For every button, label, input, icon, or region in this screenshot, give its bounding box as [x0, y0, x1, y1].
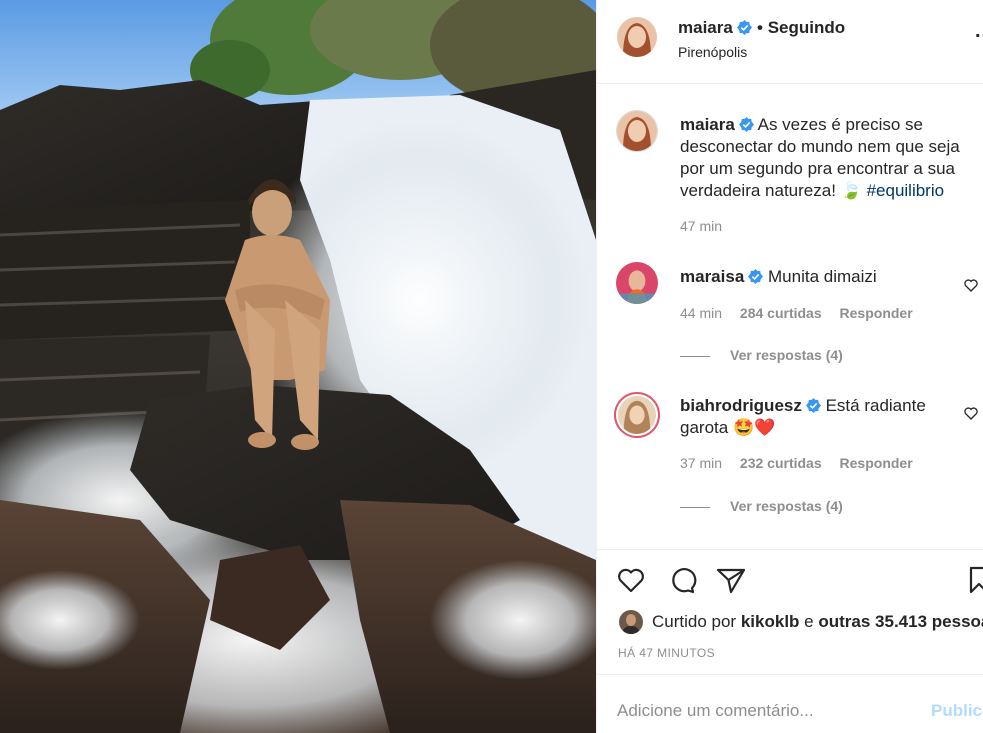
- header-separator: •: [757, 18, 763, 37]
- comment-like-heart-icon[interactable]: [963, 405, 979, 421]
- post-location[interactable]: Pirenópolis: [678, 44, 747, 60]
- view-replies-label[interactable]: Ver respostas (4): [730, 347, 843, 363]
- follow-status[interactable]: • Seguindo: [757, 18, 845, 38]
- comment-text-1: maraisa Munita dimaizi: [680, 266, 950, 288]
- liked-by-prefix: Curtido por: [652, 612, 737, 631]
- comment-meta-2: 37 min 232 curtidas Responder: [680, 455, 927, 471]
- comment-time[interactable]: 44 min: [680, 305, 722, 321]
- leaf-emoji: 🍃: [840, 181, 862, 200]
- comment-text-2: biahrodriguesz Está radiante garota 🤩❤️: [680, 395, 950, 439]
- instagram-post-modal: maiara • Seguindo Pirenópolis ... maiara…: [0, 0, 983, 733]
- comment-like-heart-icon[interactable]: [963, 277, 979, 293]
- comment-avatar-maraisa[interactable]: [616, 262, 658, 304]
- comment-avatar-biahrodriguesz[interactable]: [614, 392, 660, 438]
- liked-joiner: e: [804, 612, 814, 631]
- reply-button[interactable]: Responder: [840, 305, 913, 321]
- verified-badge-icon: [736, 20, 752, 35]
- post-caption: maiara As vezes é preciso se desconectar…: [680, 114, 980, 202]
- liker-avatar[interactable]: [619, 610, 643, 634]
- comment-username[interactable]: maraisa: [680, 267, 744, 286]
- view-replies-2[interactable]: Ver respostas (4): [680, 498, 843, 514]
- comment-body: Munita dimaizi: [768, 267, 877, 286]
- verified-badge-icon: [805, 398, 821, 413]
- author-username[interactable]: maiara: [678, 18, 752, 38]
- hashtag-link[interactable]: #equilibrio: [867, 181, 945, 200]
- comment-time[interactable]: 37 min: [680, 455, 722, 471]
- post-actions-bar: [597, 549, 983, 609]
- publish-button[interactable]: Publicar: [931, 701, 983, 721]
- caption-time[interactable]: 47 min: [680, 218, 722, 234]
- author-username-text[interactable]: maiara: [678, 18, 733, 37]
- verified-badge-icon: [748, 269, 764, 284]
- likes-summary: Curtido por kikoklb e outras 35.413 pess…: [619, 610, 983, 634]
- comment-bubble-icon[interactable]: [666, 564, 698, 596]
- reply-button[interactable]: Responder: [840, 455, 913, 471]
- star-eyes-heart-emoji: 🤩❤️: [732, 418, 776, 437]
- author-avatar[interactable]: [617, 17, 657, 57]
- post-header: maiara • Seguindo Pirenópolis ...: [597, 0, 983, 84]
- comment-likes[interactable]: 232 curtidas: [740, 455, 822, 471]
- likes-others-link[interactable]: outras 35.413 pessoas: [818, 612, 983, 631]
- replies-divider: [680, 506, 710, 508]
- comment-likes[interactable]: 284 curtidas: [740, 305, 822, 321]
- like-heart-icon[interactable]: [615, 564, 647, 596]
- comment-meta-1: 44 min 284 curtidas Responder: [680, 305, 927, 321]
- view-replies-label[interactable]: Ver respostas (4): [730, 498, 843, 514]
- save-bookmark-icon[interactable]: [967, 564, 983, 596]
- verified-badge-icon: [738, 117, 754, 132]
- liker-username[interactable]: kikoklb: [741, 612, 800, 631]
- post-photo[interactable]: [0, 0, 596, 733]
- add-comment-bar: Adicione um comentário... Publicar: [597, 674, 983, 733]
- following-button[interactable]: Seguindo: [768, 18, 845, 37]
- caption-avatar[interactable]: [616, 110, 658, 152]
- waterfall-scene: [0, 0, 596, 733]
- replies-divider: [680, 355, 710, 357]
- post-time-ago[interactable]: HÁ 47 MINUTOS: [618, 646, 715, 660]
- caption-username[interactable]: maiara: [680, 115, 735, 134]
- more-options-icon[interactable]: ...: [975, 20, 983, 43]
- view-replies-1[interactable]: Ver respostas (4): [680, 347, 843, 363]
- comment-input[interactable]: Adicione um comentário...: [617, 701, 814, 721]
- comment-username[interactable]: biahrodriguesz: [680, 396, 802, 415]
- post-side-panel: maiara • Seguindo Pirenópolis ... maiara…: [596, 0, 983, 733]
- share-send-icon[interactable]: [715, 564, 747, 596]
